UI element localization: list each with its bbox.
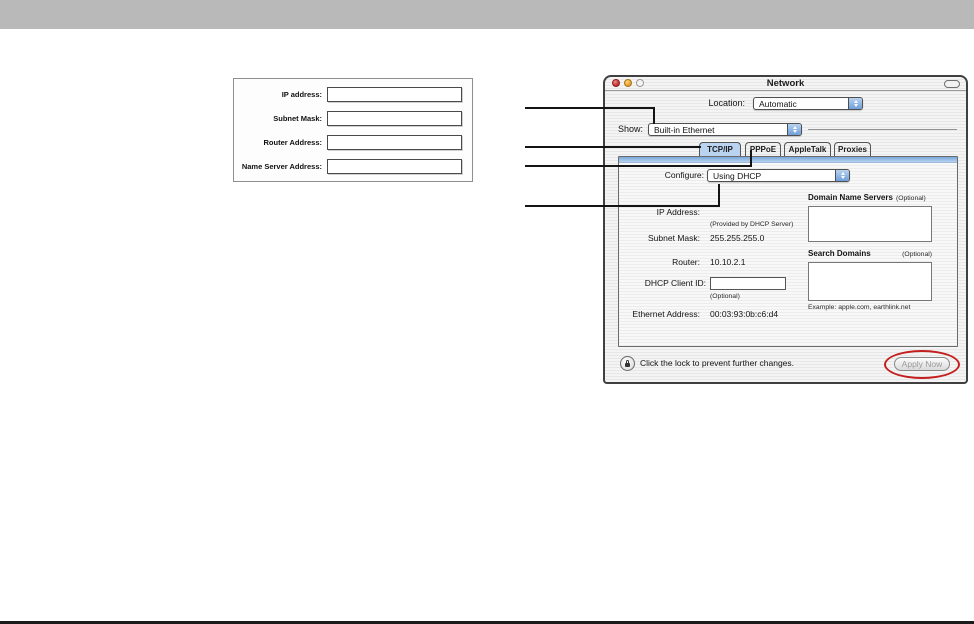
callout-line-pppoe (525, 165, 752, 167)
window-controls (612, 79, 644, 87)
show-dropdown[interactable]: Built-in Ethernet (648, 123, 802, 136)
subnet-mask-value: 255.255.255.0 (710, 233, 765, 243)
window-title: Network (766, 78, 805, 89)
router-value: 10.10.2.1 (710, 257, 746, 267)
manual-settings-form: IP address: Subnet Mask: Router Address:… (233, 78, 473, 182)
configure-value: Using DHCP (713, 170, 762, 181)
show-divider (808, 129, 957, 130)
manual-page: IP address: Subnet Mask: Router Address:… (0, 0, 974, 624)
callout-line-show-drop (653, 107, 655, 124)
minimize-button-icon[interactable] (624, 79, 632, 87)
router-address-input[interactable] (327, 134, 462, 150)
form-row-subnet: Subnet Mask: (234, 106, 472, 130)
callout-line-tcpip (525, 146, 701, 148)
stepper-icon[interactable] (787, 124, 801, 135)
dns-label: Domain Name Servers (808, 193, 893, 202)
search-domains-textarea[interactable] (808, 262, 932, 301)
toolbar-pill-icon[interactable] (944, 80, 960, 88)
tcpip-panel: Configure: Using DHCP IP Address: (Provi… (618, 156, 958, 347)
tab-proxies[interactable]: Proxies (834, 142, 871, 156)
subnet-mask-input[interactable] (327, 110, 462, 126)
show-value: Built-in Ethernet (654, 124, 715, 135)
ethernet-address-value: 00:03:93:0b:c6:d4 (710, 309, 779, 319)
ip-address-row-label: IP Address: (656, 207, 700, 217)
stepper-icon[interactable] (835, 170, 849, 181)
location-dropdown[interactable]: Automatic (753, 97, 863, 110)
search-domains-header: Search Domains (Optional) (808, 249, 932, 258)
lock-button[interactable] (620, 356, 635, 371)
configure-dropdown[interactable]: Using DHCP (707, 169, 850, 182)
apply-now-annotation-circle (884, 350, 960, 379)
dns-optional: (Optional) (895, 195, 926, 202)
tab-appletalk[interactable]: AppleTalk (784, 142, 831, 156)
router-row-label: Router: (672, 257, 700, 267)
ethernet-address-label: Ethernet Address: (632, 309, 700, 319)
subnet-mask-row-label: Subnet Mask: (648, 233, 700, 243)
dhcp-client-id-input[interactable] (710, 277, 786, 290)
ip-address-input[interactable] (327, 86, 462, 102)
window-title-bar: Network (605, 77, 966, 91)
header-band (0, 0, 974, 29)
router-address-label: Router Address: (263, 137, 322, 147)
configure-label: Configure: (664, 170, 704, 180)
tab-bar: TCP/IP PPPoE AppleTalk Proxies (699, 142, 871, 156)
dns-textarea[interactable] (808, 206, 932, 242)
search-domains-label: Search Domains (808, 249, 871, 258)
stepper-icon[interactable] (848, 98, 862, 109)
form-row-ip: IP address: (234, 82, 472, 106)
zoom-button-icon (636, 79, 644, 87)
name-server-address-label: Name Server Address: (241, 161, 322, 171)
name-server-address-input[interactable] (327, 158, 462, 174)
network-window: Network Location: Automatic Show: Built-… (603, 75, 968, 384)
panel-top-band (619, 157, 957, 163)
close-button-icon[interactable] (612, 79, 620, 87)
location-value: Automatic (759, 98, 797, 109)
ip-provided-note: (Provided by DHCP Server) (710, 221, 794, 228)
dns-header: Domain Name Servers (Optional) (808, 193, 932, 202)
lock-hint-text: Click the lock to prevent further change… (640, 358, 795, 368)
callout-line-pppoe-riser (750, 150, 752, 167)
ip-address-label: IP address: (281, 89, 322, 99)
dhcp-optional-note: (Optional) (710, 293, 740, 300)
callout-line-show (525, 107, 655, 109)
form-row-router: Router Address: (234, 130, 472, 154)
lock-icon (625, 359, 630, 367)
subnet-mask-label: Subnet Mask: (273, 113, 322, 123)
callout-line-configure-riser (718, 184, 720, 206)
tab-tcpip[interactable]: TCP/IP (699, 142, 741, 156)
search-domains-example: Example: apple.com, earthlink.net (808, 304, 911, 311)
form-row-nameserver: Name Server Address: (234, 154, 472, 178)
location-label: Location: (708, 98, 745, 108)
search-domains-optional: (Optional) (902, 251, 932, 258)
dhcp-client-id-label: DHCP Client ID: (644, 278, 706, 288)
callout-line-configure (525, 204, 720, 207)
